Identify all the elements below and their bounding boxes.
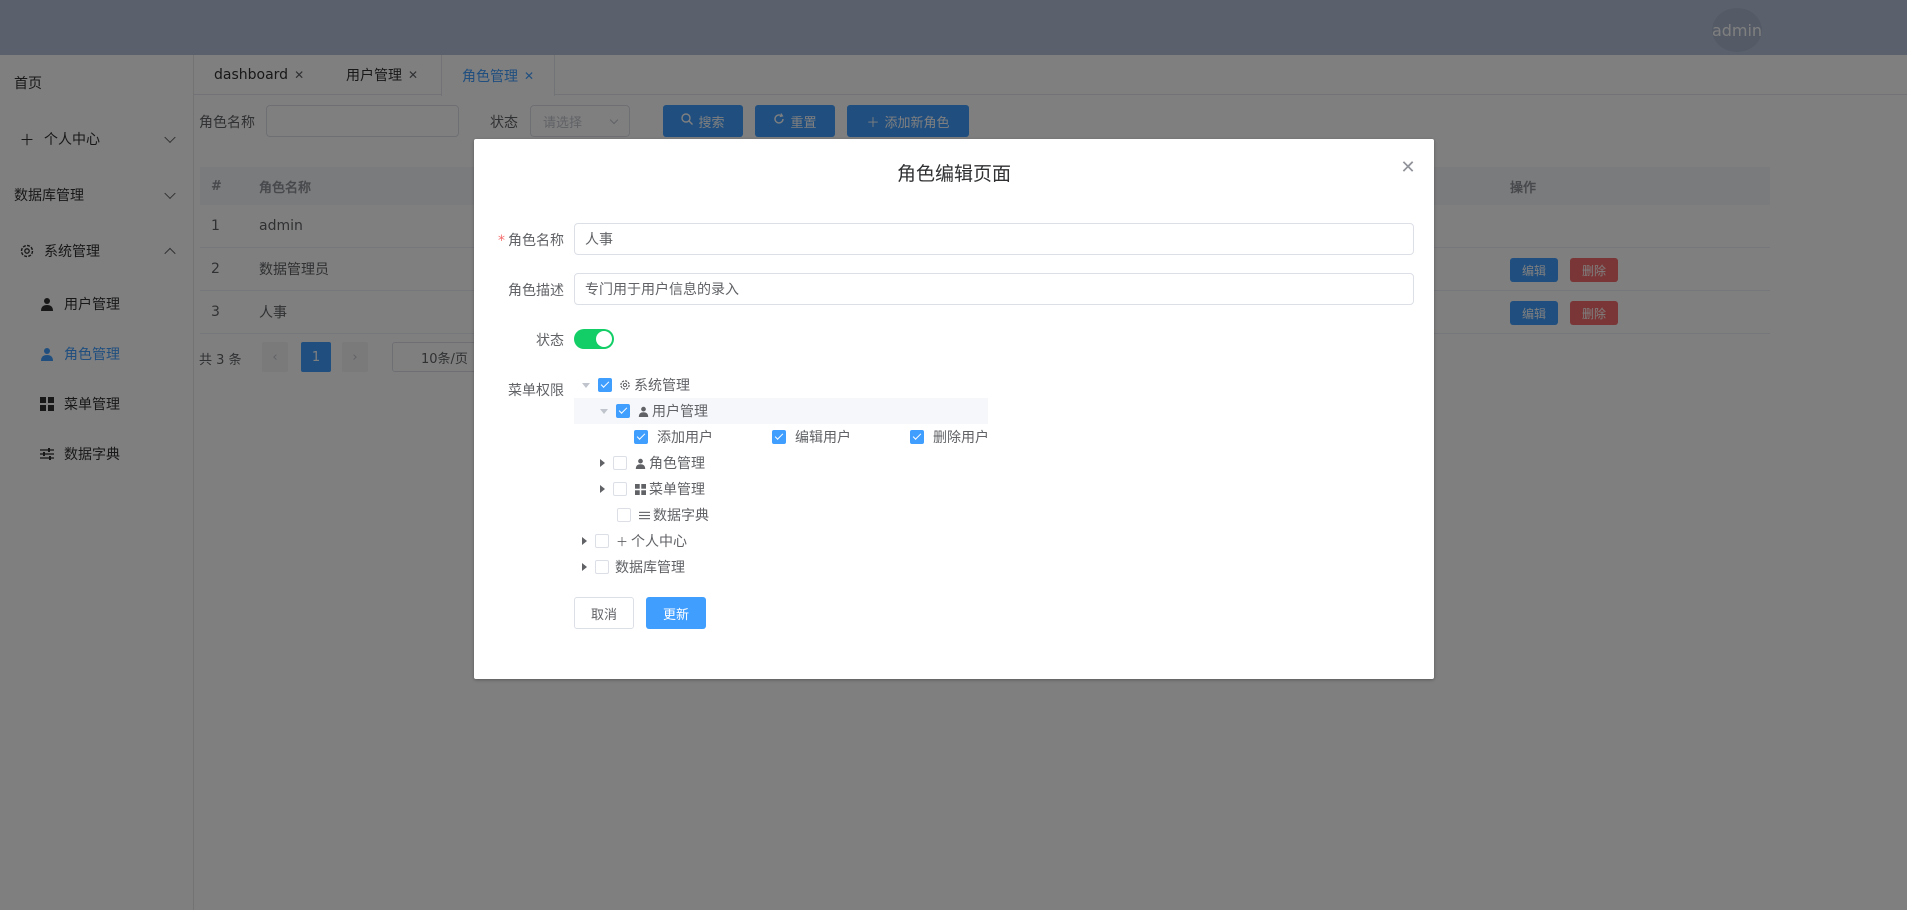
tree-node-personal[interactable]: ＋ 个人中心 [582,528,687,554]
tree-node-label: 菜单管理 [649,482,705,498]
checkbox-checked[interactable] [598,378,612,392]
caret-right-icon[interactable] [582,563,587,571]
caret-right-icon[interactable] [600,485,605,493]
role-name-field-label: * 角色名称 [474,230,564,250]
user-icon [636,404,650,418]
status-toggle[interactable] [574,329,614,349]
checkbox-checked[interactable] [910,430,924,444]
role-desc-field-label: 角色描述 [508,283,564,299]
checkbox-unchecked[interactable] [613,482,627,496]
checkbox-unchecked[interactable] [595,560,609,574]
checkbox-unchecked[interactable] [595,534,609,548]
tree-node-role-mgmt[interactable]: 角色管理 [600,450,705,476]
close-icon[interactable]: ✕ [1398,157,1418,178]
tree-node-edit-user[interactable]: 编辑用户 [772,424,851,450]
perm-field-label: 菜单权限 [508,383,564,399]
checkbox-checked[interactable] [634,430,648,444]
sliders-icon [637,508,651,522]
plus-icon: ＋ [615,534,628,549]
dialog-title: 角色编辑页面 [896,163,1011,185]
tree-node-label: 数据库管理 [615,560,685,576]
checkbox-checked[interactable] [616,404,630,418]
checkbox-unchecked[interactable] [613,456,627,470]
toggle-knob [596,331,612,347]
tree-node-system[interactable]: 系统管理 [582,372,690,398]
tree-node-add-user[interactable]: 添加用户 [634,424,713,450]
status-field-label: 状态 [536,333,564,349]
tree-node-label: 编辑用户 [795,430,851,446]
caret-down-icon[interactable] [582,382,590,388]
required-mark: * [498,233,505,249]
cancel-button[interactable]: 取消 [574,597,634,629]
tree-node-label: 数据字典 [653,508,709,524]
tree-node-menu-mgmt[interactable]: 菜单管理 [600,476,705,502]
tree-node-user-mgmt[interactable]: 用户管理 [574,398,988,424]
role-desc-field[interactable]: 专门用于用户信息的录入 [574,273,1414,305]
tree-node-label: 系统管理 [634,378,690,394]
caret-right-icon[interactable] [600,459,605,467]
tree-node-label: 删除用户 [933,430,989,446]
caret-down-icon[interactable] [600,408,608,414]
checkbox-checked[interactable] [772,430,786,444]
tree-node-label: 添加用户 [657,430,713,446]
caret-right-icon[interactable] [582,537,587,545]
grid-icon [633,482,647,496]
checkbox-unchecked[interactable] [617,508,631,522]
gear-icon [618,378,632,392]
tree-node-dict[interactable]: 数据字典 [600,502,709,528]
role-edit-dialog: 角色编辑页面 ✕ * 角色名称 人事 角色描述 专门用于用户信息的录入 状态 菜单… [474,139,1434,679]
tree-node-label: 角色管理 [649,456,705,472]
tree-node-database[interactable]: 数据库管理 [582,554,685,580]
user-icon [633,456,647,470]
role-name-field[interactable]: 人事 [574,223,1414,255]
tree-node-label: 用户管理 [652,404,708,420]
label-text: 角色名称 [508,233,564,249]
tree-node-label: 个人中心 [631,534,687,550]
update-button[interactable]: 更新 [646,597,706,629]
tree-node-delete-user[interactable]: 删除用户 [910,424,989,450]
